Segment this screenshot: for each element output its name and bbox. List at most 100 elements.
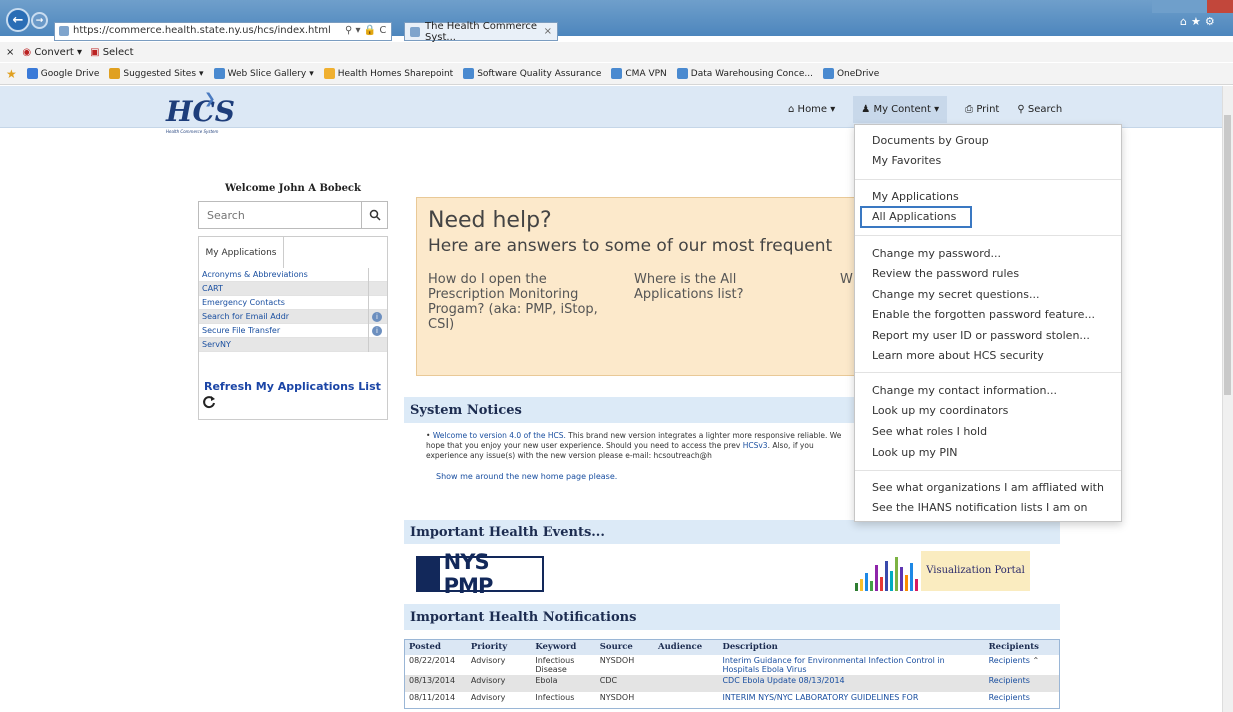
menu-see-roles[interactable]: See what roles I hold (872, 425, 987, 438)
nav-my-content[interactable]: ♟ My Content ▾ (853, 96, 948, 123)
menu-divider (855, 372, 1121, 373)
menu-change-password[interactable]: Change my password... (872, 247, 1001, 260)
browser-tab[interactable]: The Health Commerce Syst... × (404, 20, 558, 43)
refresh-icon[interactable] (202, 395, 216, 409)
forward-button[interactable]: → (31, 12, 48, 29)
menu-change-secret-questions[interactable]: Change my secret questions... (872, 288, 1039, 301)
table-header-row: Posted Priority Keyword Source Audience … (404, 639, 1060, 655)
welcome-text: Welcome John A Bobeck (225, 183, 361, 194)
signal-icon: ❯ (204, 91, 216, 107)
menu-my-applications[interactable]: My Applications (872, 190, 959, 203)
fav-web-slice-gallery[interactable]: Web Slice Gallery ▾ (213, 68, 314, 79)
visualization-bars-icon[interactable] (855, 555, 919, 591)
search-button[interactable] (361, 202, 387, 228)
menu-look-up-pin[interactable]: Look up my PIN (872, 446, 958, 459)
menu-my-favorites[interactable]: My Favorites (872, 154, 941, 167)
site-icon (59, 26, 69, 36)
col-priority: Priority (466, 639, 532, 655)
back-button[interactable]: ← (6, 8, 30, 32)
help-title: Need help? (428, 208, 552, 233)
tab-title: The Health Commerce Syst... (425, 20, 538, 43)
select-button[interactable]: ▣ Select (90, 47, 134, 58)
menu-review-password-rules[interactable]: Review the password rules (872, 267, 1019, 280)
table-row: 08/13/2014 Advisory Ebola CDC CDC Ebola Upd… (404, 674, 1060, 692)
tab-close-icon[interactable]: × (544, 26, 552, 37)
fav-health-homes[interactable]: Health Homes Sharepoint (323, 68, 453, 79)
sidebar-search (198, 201, 388, 229)
menu-see-organizations[interactable]: See what organizations I am affliated wi… (872, 481, 1104, 494)
recipients-link[interactable]: Recipients (985, 692, 1060, 709)
recipients-link[interactable]: Recipients ⌃ (985, 655, 1060, 675)
health-notifications-heading: Important Health Notifications (404, 604, 1060, 630)
nav-home[interactable]: ⌂ Home ▾ (788, 104, 835, 115)
nav-search[interactable]: ⚲ Search (1017, 104, 1062, 115)
col-description: Description (718, 639, 985, 655)
search-refresh-icons[interactable]: ⚲ ▾ 🔒 C (345, 25, 386, 36)
recipients-link[interactable]: Recipients (984, 674, 1060, 692)
menu-enable-forgotten-password[interactable]: Enable the forgotten password feature... (872, 308, 1095, 321)
notification-link[interactable]: INTERIM NYS/NYC LABORATORY GUIDELINES FO… (718, 692, 984, 709)
search-icon (369, 209, 381, 221)
help-question-pmp[interactable]: How do I open the Prescription Monitorin… (428, 272, 618, 332)
health-events-heading: Important Health Events... (404, 520, 1060, 544)
fav-suggested-sites[interactable]: Suggested Sites ▾ (109, 68, 204, 79)
visualization-portal-button[interactable]: Visualization Portal (921, 551, 1030, 591)
app-servny[interactable]: ServNY (199, 338, 387, 352)
menu-see-ihans-lists[interactable]: See the IHANS notification lists I am on (872, 501, 1087, 514)
home-icon: ⌂ (788, 104, 795, 115)
menu-learn-security[interactable]: Learn more about HCS security (872, 349, 1044, 362)
browser-tools-icons[interactable]: ⌂★⚙ (1180, 15, 1219, 28)
help-question-all-apps[interactable]: Where is the All Applications list? (634, 272, 804, 302)
search-icon: ⚲ (1017, 104, 1025, 115)
system-notice-text: • Welcome to version 4.0 of the HCS. Thi… (426, 431, 842, 460)
app-cart[interactable]: CART (199, 282, 387, 296)
menu-change-contact-info[interactable]: Change my contact information... (872, 384, 1057, 397)
fav-data-warehousing[interactable]: Data Warehousing Conce... (676, 68, 813, 79)
scrollbar-thumb[interactable] (1224, 115, 1231, 395)
notification-link[interactable]: Interim Guidance for Environmental Infec… (718, 655, 984, 675)
app-search-email[interactable]: Search for Email Addr i (199, 310, 387, 324)
app-acronyms[interactable]: Acronyms & Abbreviations (199, 268, 387, 282)
my-content-dropdown (854, 124, 1122, 522)
menu-report-stolen[interactable]: Report my user ID or password stolen... (872, 329, 1090, 342)
info-icon[interactable]: i (372, 312, 382, 322)
fav-onedrive[interactable]: OneDrive (822, 68, 879, 79)
url-text: https://commerce.health.state.ny.us/hcs/… (73, 25, 331, 36)
window-close-button[interactable] (1207, 0, 1233, 13)
print-icon: ⎙ (965, 104, 974, 115)
nys-pmp-banner[interactable]: NYS PMP (416, 550, 544, 598)
top-nav: ⌂ Home ▾ ♟ My Content ▾ ⎙ Print ⚲ Search (788, 96, 1062, 123)
address-bar[interactable]: https://commerce.health.state.ny.us/hcs/… (54, 22, 392, 41)
tab-favicon (410, 27, 420, 37)
scroll-up-icon: ⌃ (1032, 655, 1040, 665)
window-minmax-buttons[interactable] (1152, 0, 1207, 13)
nav-print[interactable]: ⎙ Print (965, 104, 999, 115)
menu-divider (855, 179, 1121, 180)
close-icon[interactable]: × (6, 47, 14, 58)
help-subtitle: Here are answers to some of our most fre… (428, 236, 833, 256)
tab-my-applications[interactable]: My Applications (198, 236, 284, 268)
table-row: 08/22/2014 Advisory Infectious Disease NYSD… (405, 655, 1060, 675)
menu-look-up-coordinators[interactable]: Look up my coordinators (872, 404, 1008, 417)
nys-flag-icon (418, 558, 440, 590)
info-icon[interactable]: i (372, 326, 382, 336)
menu-documents-by-group[interactable]: Documents by Group (872, 134, 989, 147)
refresh-apps-link[interactable]: Refresh My Applications List (204, 380, 381, 393)
hcsv3-link[interactable]: HCSv3 (743, 441, 768, 450)
favorites-star-icon[interactable]: ★ (6, 67, 17, 81)
hcs-logo[interactable]: HCS ❯ Health Commerce System (162, 91, 242, 143)
show-me-around-link[interactable]: Show me around the new home page please. (436, 472, 617, 481)
app-secure-file-transfer[interactable]: Secure File Transfer i (199, 324, 387, 338)
app-emergency-contacts[interactable]: Emergency Contacts (199, 296, 387, 310)
convert-button[interactable]: ◉ Convert ▾ (22, 47, 82, 58)
welcome-v4-link[interactable]: Welcome to version 4.0 of the HCS. (433, 431, 566, 440)
fav-cma-vpn[interactable]: CMA VPN (611, 68, 667, 79)
fav-google-drive[interactable]: Google Drive (26, 68, 99, 79)
sidebar-search-input[interactable] (199, 202, 361, 228)
notification-link[interactable]: CDC Ebola Update 08/13/2014 (718, 674, 985, 692)
applications-list: Acronyms & Abbreviations CART Emergency … (199, 268, 387, 352)
fav-sqa[interactable]: Software Quality Assurance (463, 68, 601, 79)
menu-divider (855, 470, 1121, 471)
table-row: 08/11/2014 Advisory Infectious NYSDOH INTER… (405, 692, 1060, 709)
col-posted: Posted (404, 639, 467, 655)
